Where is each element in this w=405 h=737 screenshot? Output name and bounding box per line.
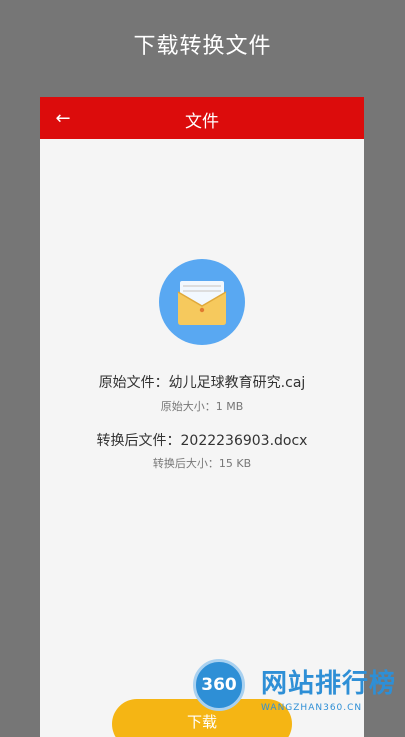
watermark: 360 网站排行榜 WANGZHAN360.CN (193, 655, 403, 717)
converted-file-name: 转换后文件：2022236903.docx (96, 433, 308, 449)
envelope-icon (159, 259, 245, 345)
watermark-title: 网站排行榜 (261, 669, 397, 699)
watermark-logo: 360 (193, 659, 245, 711)
app-bar: ← 文件 (40, 97, 364, 139)
original-file-name: 原始文件：幼儿足球教育研究.caj (98, 375, 306, 391)
watermark-subtitle: WANGZHAN360.CN (261, 703, 363, 713)
phone-screen: ← 文件 原始文件：幼儿足球教育研究.caj 原始大小：1 MB 转换后文件：2… (40, 97, 364, 737)
app-bar-title: 文件 (185, 112, 219, 132)
page-heading: 下载转换文件 (133, 34, 272, 59)
original-file-size: 原始大小：1 MB (160, 400, 244, 413)
converted-file-size: 转换后大小：15 KB (152, 457, 252, 470)
